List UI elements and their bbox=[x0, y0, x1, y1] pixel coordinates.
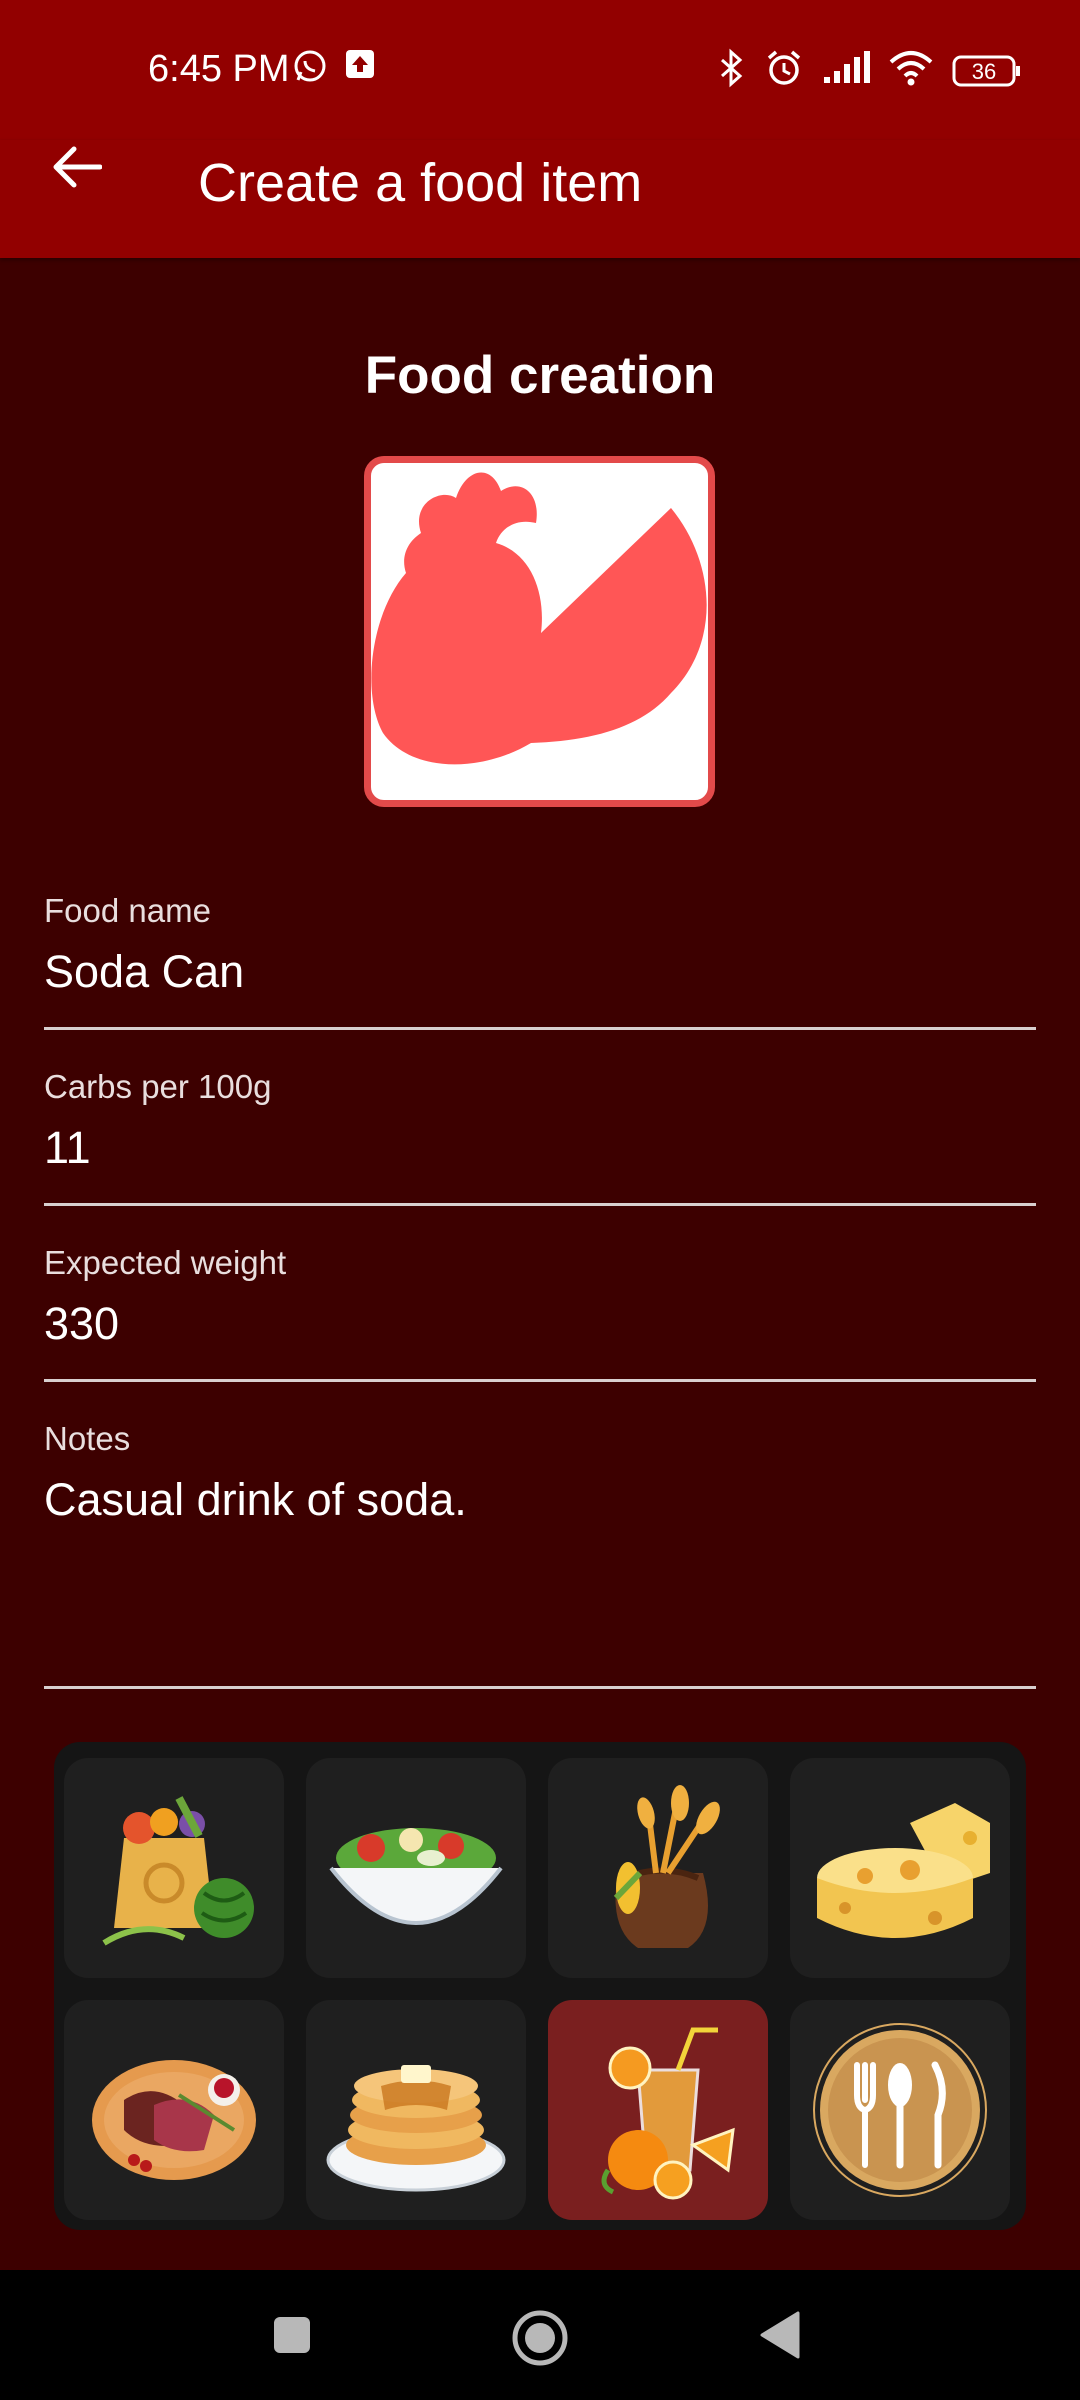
battery-icon: 36 bbox=[952, 54, 1022, 88]
notes-underline bbox=[44, 1686, 1036, 1689]
food-name-field[interactable]: Food name Soda Can bbox=[44, 892, 1036, 998]
back-triangle-icon bbox=[760, 2311, 800, 2359]
food-icon-picker bbox=[54, 1742, 1026, 2230]
cutlery-plate-icon bbox=[813, 2023, 987, 2197]
home-button[interactable] bbox=[505, 2303, 575, 2373]
carbs-underline bbox=[44, 1203, 1036, 1206]
status-time: 6:45 PM bbox=[148, 48, 290, 90]
page-title: Create a food item bbox=[198, 153, 643, 213]
alarm-icon bbox=[764, 48, 804, 93]
wheat-sack-icon bbox=[613, 1785, 720, 1948]
recents-square-icon bbox=[274, 2317, 310, 2353]
back-button[interactable] bbox=[40, 130, 114, 204]
battery-level: 36 bbox=[971, 58, 997, 84]
icon-option-general[interactable] bbox=[790, 2000, 1010, 2220]
juice-drink-icon bbox=[601, 2027, 735, 2200]
grocery-bag-icon bbox=[102, 1796, 254, 1946]
carbs-label: Carbs per 100g bbox=[44, 1068, 272, 1105]
nav-back-button[interactable] bbox=[750, 2305, 810, 2365]
food-name-label: Food name bbox=[44, 892, 211, 929]
notes-input[interactable]: Casual drink of soda. bbox=[44, 1474, 1036, 1526]
weight-underline bbox=[44, 1379, 1036, 1382]
notes-label: Notes bbox=[44, 1420, 131, 1457]
icon-option-pancakes[interactable] bbox=[306, 2000, 526, 2220]
icon-option-salad[interactable] bbox=[306, 1758, 526, 1978]
cheese-icon bbox=[817, 1803, 990, 1938]
carbs-input[interactable]: 11 bbox=[44, 1122, 1036, 1174]
recents-button[interactable] bbox=[262, 2305, 322, 2365]
signal-icon bbox=[822, 51, 870, 90]
food-name-input[interactable]: Soda Can bbox=[44, 946, 1036, 998]
bluetooth-icon bbox=[716, 48, 746, 93]
food-placeholder-icon bbox=[371, 472, 707, 765]
icon-option-drink[interactable] bbox=[548, 2000, 768, 2220]
salad-bowl-icon bbox=[329, 1828, 503, 1925]
icon-option-grocery[interactable] bbox=[64, 1758, 284, 1978]
status-bar: 6:45 PM 36 bbox=[0, 0, 1080, 140]
food-name-underline bbox=[44, 1027, 1036, 1030]
icon-option-meat[interactable] bbox=[64, 2000, 284, 2220]
arrow-back-icon bbox=[53, 146, 102, 188]
carbs-field[interactable]: Carbs per 100g 11 bbox=[44, 1068, 1036, 1174]
notes-field[interactable]: Notes Casual drink of soda. bbox=[44, 1420, 1036, 1526]
home-circle-icon bbox=[512, 2310, 568, 2366]
food-image-picker[interactable] bbox=[364, 456, 715, 807]
system-nav-bar bbox=[0, 2270, 1080, 2400]
section-title: Food creation bbox=[364, 346, 716, 405]
icon-option-grain[interactable] bbox=[548, 1758, 768, 1978]
roast-meat-icon bbox=[92, 2060, 256, 2180]
whatsapp-icon bbox=[292, 48, 328, 89]
icon-option-cheese[interactable] bbox=[790, 1758, 1010, 1978]
upload-icon bbox=[344, 48, 376, 89]
weight-label: Expected weight bbox=[44, 1244, 287, 1281]
pancakes-icon bbox=[326, 2065, 506, 2192]
wifi-icon bbox=[888, 50, 934, 91]
weight-field[interactable]: Expected weight 330 bbox=[44, 1244, 1036, 1350]
weight-input[interactable]: 330 bbox=[44, 1298, 1036, 1350]
